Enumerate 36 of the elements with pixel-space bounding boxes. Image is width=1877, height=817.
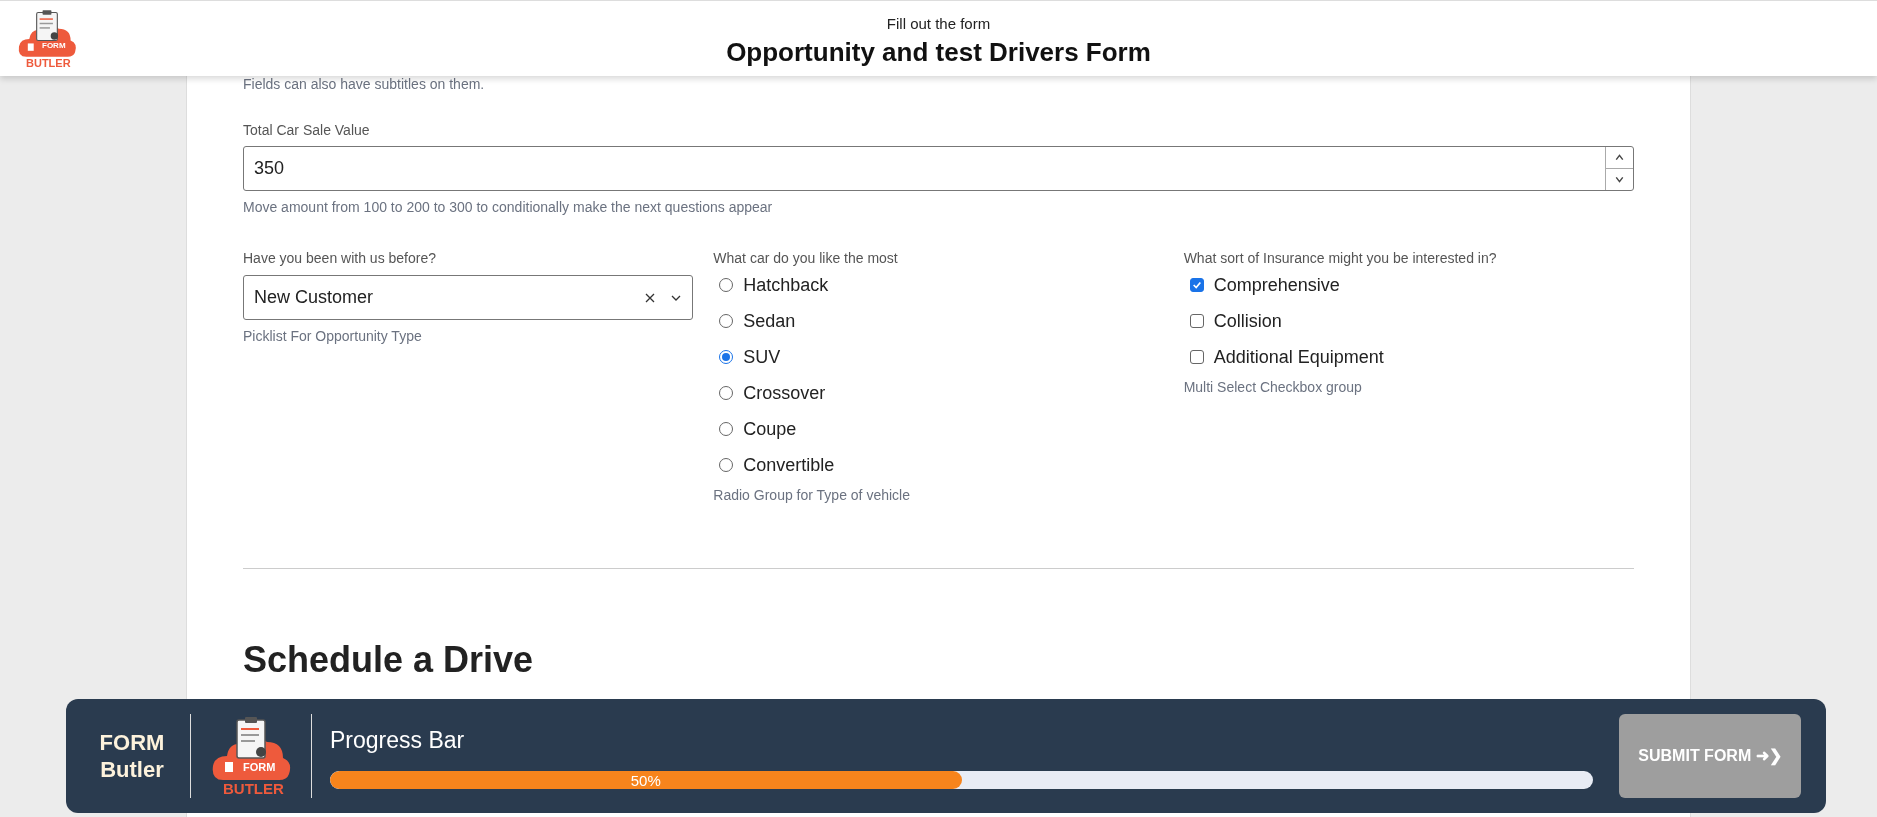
checkbox[interactable] <box>1189 314 1204 328</box>
logo-word: FORM <box>42 41 66 50</box>
radio-label[interactable]: SUV <box>743 343 781 371</box>
brand-word: Butler <box>100 756 164 784</box>
number-input[interactable]: 350 <box>243 146 1634 191</box>
section-heading: Schedule a Drive <box>243 638 535 682</box>
logo-word: FORM <box>243 762 276 773</box>
progress-title: Progress Bar <box>330 725 466 755</box>
checkbox[interactable] <box>1189 350 1204 364</box>
radio-label[interactable]: Sedan <box>743 307 796 335</box>
field-help: Picklist For Opportunity Type <box>243 327 423 346</box>
field-help: Move amount from 100 to 200 to 300 to conditionally make the next questions appear <box>243 198 774 217</box>
checkmark-icon <box>1191 280 1202 290</box>
form-subtitle: Fill out the form <box>886 14 991 34</box>
radio-label[interactable]: Hatchback <box>743 271 829 299</box>
select-field[interactable]: New Customer <box>243 275 694 320</box>
checkbox-label[interactable]: Additional Equipment <box>1213 343 1384 371</box>
field-label: What sort of Insurance might you be interested in? <box>1183 249 1498 268</box>
form-title: Opportunity and test Drivers Form <box>726 35 1151 68</box>
checkbox-label[interactable]: Comprehensive <box>1213 271 1340 299</box>
field-help: Multi Select Checkbox group <box>1183 378 1363 397</box>
field-label: Have you been with us before? <box>243 249 437 268</box>
radio-label[interactable]: Crossover <box>743 379 826 407</box>
logo-word: BUTLER <box>26 57 71 69</box>
checkbox[interactable] <box>1189 278 1204 292</box>
field-label: Total Car Sale Value <box>243 121 371 140</box>
field-help: Radio Group for Type of vehicle <box>713 486 911 505</box>
radio-label[interactable]: Convertible <box>743 451 835 479</box>
field-note: Fields can also have subtitles on them. <box>243 75 486 94</box>
clear-icon[interactable] <box>644 291 657 304</box>
progress-reading: 50% <box>630 771 661 790</box>
logo-word: BUTLER <box>223 781 284 796</box>
radio-label[interactable]: Coupe <box>743 415 797 443</box>
checkbox-label[interactable]: Collision <box>1213 307 1282 335</box>
field-label: What car do you like the most <box>713 249 899 268</box>
brand-word: FORM <box>99 728 165 756</box>
